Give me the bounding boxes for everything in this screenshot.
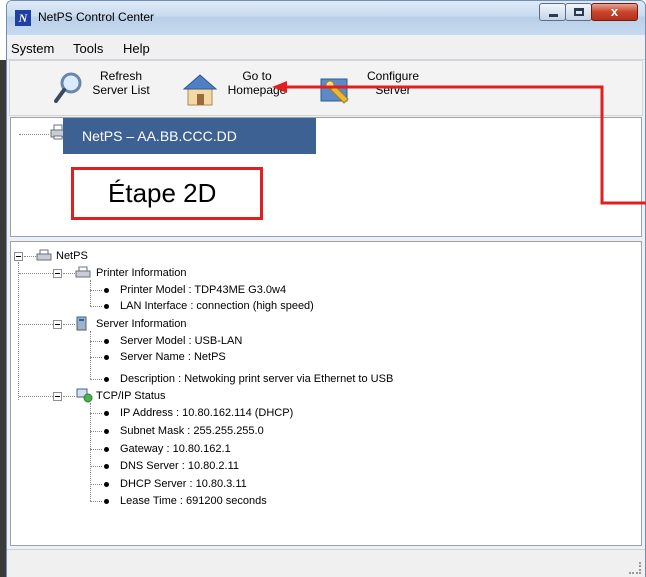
tree-connector	[63, 273, 75, 274]
tree-connector	[90, 501, 102, 502]
annotation-arrow	[272, 81, 646, 205]
bullet-icon	[104, 429, 109, 434]
tree-root[interactable]: NetPS	[56, 249, 88, 263]
tree-item[interactable]: Printer Model : TDP43ME G3.0w4	[120, 283, 286, 297]
expander-root[interactable]	[14, 252, 23, 261]
menu-system-label: System	[11, 41, 55, 56]
status-bar	[7, 549, 645, 577]
menu-bar: System Tools Help	[7, 37, 645, 60]
tree-connector	[90, 341, 102, 342]
refresh-label: Refresh Server List	[92, 69, 150, 97]
tree-connector	[90, 379, 102, 380]
bullet-icon	[104, 339, 109, 344]
maximize-icon	[574, 8, 584, 16]
tree-item[interactable]: Gateway : 10.80.162.1	[120, 442, 231, 456]
printer-icon	[75, 266, 91, 278]
tree-connector	[90, 306, 102, 307]
tree-connector	[63, 324, 75, 325]
tree-connector	[90, 357, 102, 358]
bullet-icon	[104, 464, 109, 469]
bullet-icon	[104, 499, 109, 504]
bullet-icon	[104, 355, 109, 360]
bullet-icon	[104, 304, 109, 309]
maximize-button[interactable]	[565, 3, 592, 21]
tree-connector	[18, 262, 19, 400]
printer-icon	[36, 249, 52, 261]
tree-connector	[19, 396, 53, 397]
tree-group-tcpip[interactable]: TCP/IP Status	[96, 389, 166, 403]
tree-connector	[90, 431, 102, 432]
menu-system[interactable]: System	[11, 41, 54, 56]
tree-connector	[63, 396, 75, 397]
tree-group-server[interactable]: Server Information	[96, 317, 186, 331]
tree-connector	[90, 466, 102, 467]
tree-connector	[90, 413, 102, 414]
resize-grip[interactable]	[629, 562, 641, 574]
minimize-icon	[549, 14, 558, 17]
house-icon	[182, 74, 218, 106]
app-icon: N	[15, 10, 31, 26]
window-title: NetPS Control Center	[38, 10, 155, 24]
expander-tcpip[interactable]	[53, 392, 62, 401]
menu-tools[interactable]: Tools	[73, 41, 103, 56]
bullet-icon	[104, 447, 109, 452]
bullet-icon	[104, 377, 109, 382]
menu-help-label: Help	[123, 41, 150, 56]
network-icon	[76, 388, 93, 403]
bullet-icon	[104, 411, 109, 416]
expander-server-info[interactable]	[53, 320, 62, 329]
magnifier-icon	[54, 72, 82, 103]
tree-item[interactable]: Server Model : USB-LAN	[120, 334, 242, 348]
tree-group-printer[interactable]: Printer Information	[96, 266, 186, 280]
title-bar[interactable]: N NetPS Control Center x	[7, 1, 645, 35]
tree-connector	[90, 290, 102, 291]
tree-item[interactable]: DNS Server : 10.80.2.11	[120, 459, 239, 473]
close-icon: x	[610, 4, 619, 19]
tree-connector	[90, 484, 102, 485]
bullet-icon	[104, 288, 109, 293]
tree-item[interactable]: Subnet Mask : 255.255.255.0	[120, 424, 264, 438]
tree-connector	[24, 256, 36, 257]
tree-item[interactable]: Lease Time : 691200 seconds	[120, 494, 267, 508]
tree-item[interactable]: LAN Interface : connection (high speed)	[120, 299, 314, 313]
tree-item[interactable]: Description : Netwoking print server via…	[120, 372, 393, 386]
tree-connector	[90, 403, 91, 501]
tree-connector	[19, 273, 53, 274]
tree-connector	[90, 280, 91, 306]
menu-tools-label: Tools	[73, 41, 104, 56]
server-icon	[76, 316, 87, 331]
minimize-button[interactable]	[539, 3, 566, 21]
tree-connector	[90, 331, 91, 379]
tree-connector	[90, 449, 102, 450]
menu-help[interactable]: Help	[123, 41, 150, 56]
refresh-server-list-button[interactable]: Refresh Server List	[46, 63, 156, 113]
tree-item[interactable]: Server Name : NetPS	[120, 350, 226, 364]
step-callout: Étape 2D	[71, 167, 263, 220]
expander-printer-info[interactable]	[53, 269, 62, 278]
bullet-icon	[104, 482, 109, 487]
tree-item[interactable]: IP Address : 10.80.162.114 (DHCP)	[120, 406, 293, 420]
tree-connector	[19, 134, 49, 135]
close-button[interactable]: x	[591, 3, 638, 21]
tree-connector	[19, 324, 53, 325]
tree-item[interactable]: DHCP Server : 10.80.3.11	[120, 477, 247, 491]
